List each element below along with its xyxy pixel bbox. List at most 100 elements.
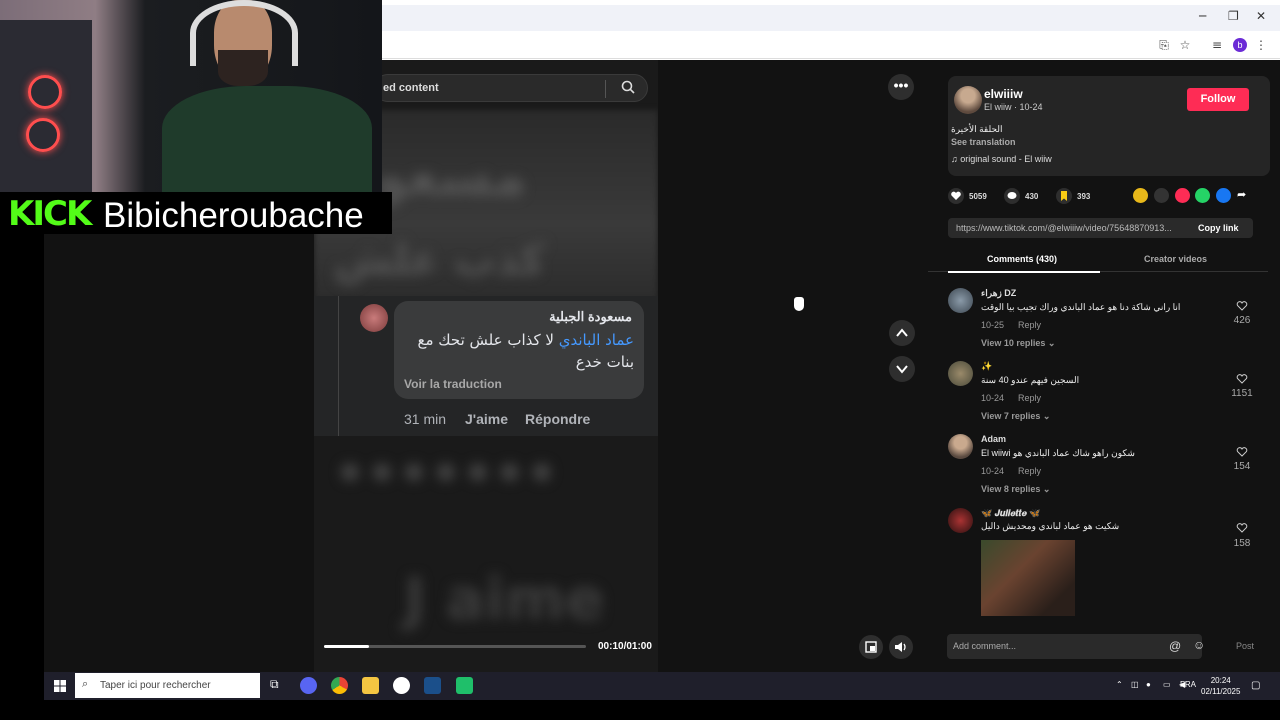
- avatar[interactable]: [948, 361, 973, 386]
- heart-icon[interactable]: [1236, 373, 1248, 385]
- view-replies-button[interactable]: View 8 replies ⌄: [981, 484, 1050, 495]
- heart-icon[interactable]: [948, 188, 964, 204]
- close-button[interactable]: ✕: [1256, 9, 1266, 23]
- stream-name-banner: KICK Bibicheroubache: [0, 192, 392, 235]
- taskbar-search-input[interactable]: Taper ici pour rechercher: [100, 680, 211, 691]
- streamer-username: Bibicheroubache: [103, 196, 364, 235]
- wifi-icon[interactable]: ▭: [1163, 680, 1171, 689]
- taskbar-search[interactable]: ⌕ Taper ici pour rechercher: [75, 673, 260, 698]
- reply-link[interactable]: Répondre: [525, 411, 590, 427]
- search-bar[interactable]: ed content: [374, 74, 648, 102]
- copy-link-button[interactable]: Copy link: [1198, 223, 1239, 233]
- clock-date: 02/11/2025: [1201, 687, 1241, 696]
- comment-author[interactable]: زهراء DZ: [981, 288, 1016, 299]
- comment-author[interactable]: ✨: [981, 361, 992, 372]
- speaker-icon: [895, 642, 906, 652]
- reply-button[interactable]: Reply: [1018, 320, 1041, 330]
- maximize-button[interactable]: ❐: [1228, 9, 1239, 23]
- comment-gif-image[interactable]: [981, 540, 1075, 616]
- comment-icon[interactable]: [1004, 188, 1020, 204]
- comment-text: انا راني شاكة دنا هو عماد الباندي وراك ت…: [981, 302, 1181, 312]
- search-icon: ⌕: [82, 678, 89, 690]
- view-replies-button[interactable]: View 7 replies ⌄: [981, 411, 1050, 422]
- comment-item: ✨ السجين فيهم عندو 40 سنة 10-24 Reply Vi…: [948, 361, 1263, 423]
- comment-author[interactable]: Adam: [981, 434, 1006, 444]
- comment-tabs: Comments (430) Creator videos: [928, 250, 1268, 273]
- browser-menu-icon[interactable]: ⋮: [1254, 38, 1268, 52]
- search-icon[interactable]: [621, 80, 635, 94]
- emoji-icon[interactable]: ☺: [1193, 638, 1205, 652]
- rgb-fan: [28, 75, 62, 109]
- add-comment-field[interactable]: Add comment... @ ☺: [947, 634, 1205, 659]
- mouse-cursor: [794, 297, 804, 311]
- notification-icon[interactable]: ▢: [1251, 680, 1260, 691]
- task-view-icon[interactable]: ⧉: [270, 677, 287, 694]
- search-input[interactable]: ed content: [383, 82, 439, 94]
- comment-date: 10-25: [981, 320, 1005, 330]
- video-description: الحلقة الأخيرة: [951, 124, 1003, 134]
- windows-start-icon[interactable]: [54, 680, 66, 692]
- translate-link[interactable]: Voir la traduction: [404, 377, 502, 391]
- minimize-button[interactable]: ─: [1199, 9, 1206, 23]
- reply-button[interactable]: Reply: [1018, 393, 1041, 403]
- comment-author[interactable]: 🦋 𝑱𝒖𝒍𝒊𝒆𝒕𝒕𝒆 🦋: [981, 508, 1041, 519]
- obs-icon[interactable]: [393, 677, 410, 694]
- video-link-bar: https://www.tiktok.com/@elwiiiw/video/75…: [948, 218, 1253, 238]
- media-controls-icon[interactable]: ≡: [1210, 38, 1224, 52]
- video-backdrop: [658, 60, 928, 672]
- heart-icon[interactable]: [1236, 300, 1248, 312]
- next-video-button[interactable]: [889, 356, 915, 382]
- app-icon[interactable]: [456, 677, 473, 694]
- friends-share-icon[interactable]: [1133, 188, 1148, 203]
- active-tab-indicator: [948, 271, 1100, 273]
- avatar[interactable]: [948, 434, 973, 459]
- headset: [190, 0, 298, 66]
- share-arrow-icon[interactable]: ➦: [1237, 188, 1252, 203]
- reply-button[interactable]: Reply: [1018, 466, 1041, 476]
- video-progress-bar[interactable]: [324, 645, 586, 648]
- pip-button[interactable]: [859, 635, 883, 659]
- tray-network-icon[interactable]: ◫: [1131, 680, 1139, 689]
- tab-comments[interactable]: Comments (430): [987, 254, 1057, 264]
- comment-item: 🦋 𝑱𝒖𝒍𝒊𝒆𝒕𝒕𝒆 🦋 شكيت هو عماد لباندي ومحديش …: [948, 508, 1263, 618]
- language-code[interactable]: FRA: [1180, 680, 1196, 689]
- file-explorer-icon[interactable]: [362, 677, 379, 694]
- follow-button[interactable]: Follow: [1187, 88, 1249, 111]
- tab-creator-videos[interactable]: Creator videos: [1144, 254, 1207, 264]
- author-avatar[interactable]: [954, 86, 982, 114]
- see-translation-link[interactable]: See translation: [951, 137, 1016, 147]
- post-button[interactable]: Post: [1236, 641, 1254, 651]
- discord-icon[interactable]: [300, 677, 317, 694]
- engagement-bar: 5059 430 393 ➦: [948, 188, 1278, 208]
- volume-button[interactable]: [889, 635, 913, 659]
- bookmark-star-icon[interactable]: ☆: [1178, 38, 1192, 52]
- avatar[interactable]: [948, 288, 973, 313]
- comment-input[interactable]: Add comment...: [953, 641, 1016, 651]
- embed-icon[interactable]: [1154, 188, 1169, 203]
- bookmark-icon[interactable]: [1056, 188, 1072, 204]
- whatsapp-icon[interactable]: [1195, 188, 1210, 203]
- facebook-icon[interactable]: [1216, 188, 1231, 203]
- like-link[interactable]: J'aime: [465, 411, 508, 427]
- avatar[interactable]: [948, 508, 973, 533]
- more-options-button[interactable]: •••: [888, 74, 914, 100]
- commenter-name: مسعودة الجبلية: [549, 309, 632, 324]
- system-clock[interactable]: 20:24 02/11/2025: [1201, 675, 1240, 697]
- previous-video-button[interactable]: [889, 320, 915, 346]
- mention-link[interactable]: عماد الباندي: [559, 331, 634, 349]
- chrome-icon[interactable]: [331, 677, 348, 694]
- install-app-icon[interactable]: ⎘: [1157, 38, 1171, 52]
- heart-icon[interactable]: [1236, 446, 1248, 458]
- send-share-icon[interactable]: [1175, 188, 1190, 203]
- sound-link[interactable]: ♫ original sound - El wiiw: [951, 154, 1052, 164]
- author-username[interactable]: elwiiiw: [984, 87, 1023, 101]
- view-replies-button[interactable]: View 10 replies ⌄: [981, 338, 1055, 349]
- microphone-icon[interactable]: ●: [1146, 680, 1151, 689]
- mention-icon[interactable]: @: [1169, 639, 1181, 653]
- webcam-overlay: [0, 0, 382, 192]
- steam-icon[interactable]: [424, 677, 441, 694]
- blurred-text: مسعو: [374, 145, 527, 208]
- heart-icon[interactable]: [1236, 522, 1248, 534]
- profile-avatar[interactable]: b: [1233, 38, 1247, 52]
- tray-chevron-icon[interactable]: ⌃: [1116, 680, 1123, 689]
